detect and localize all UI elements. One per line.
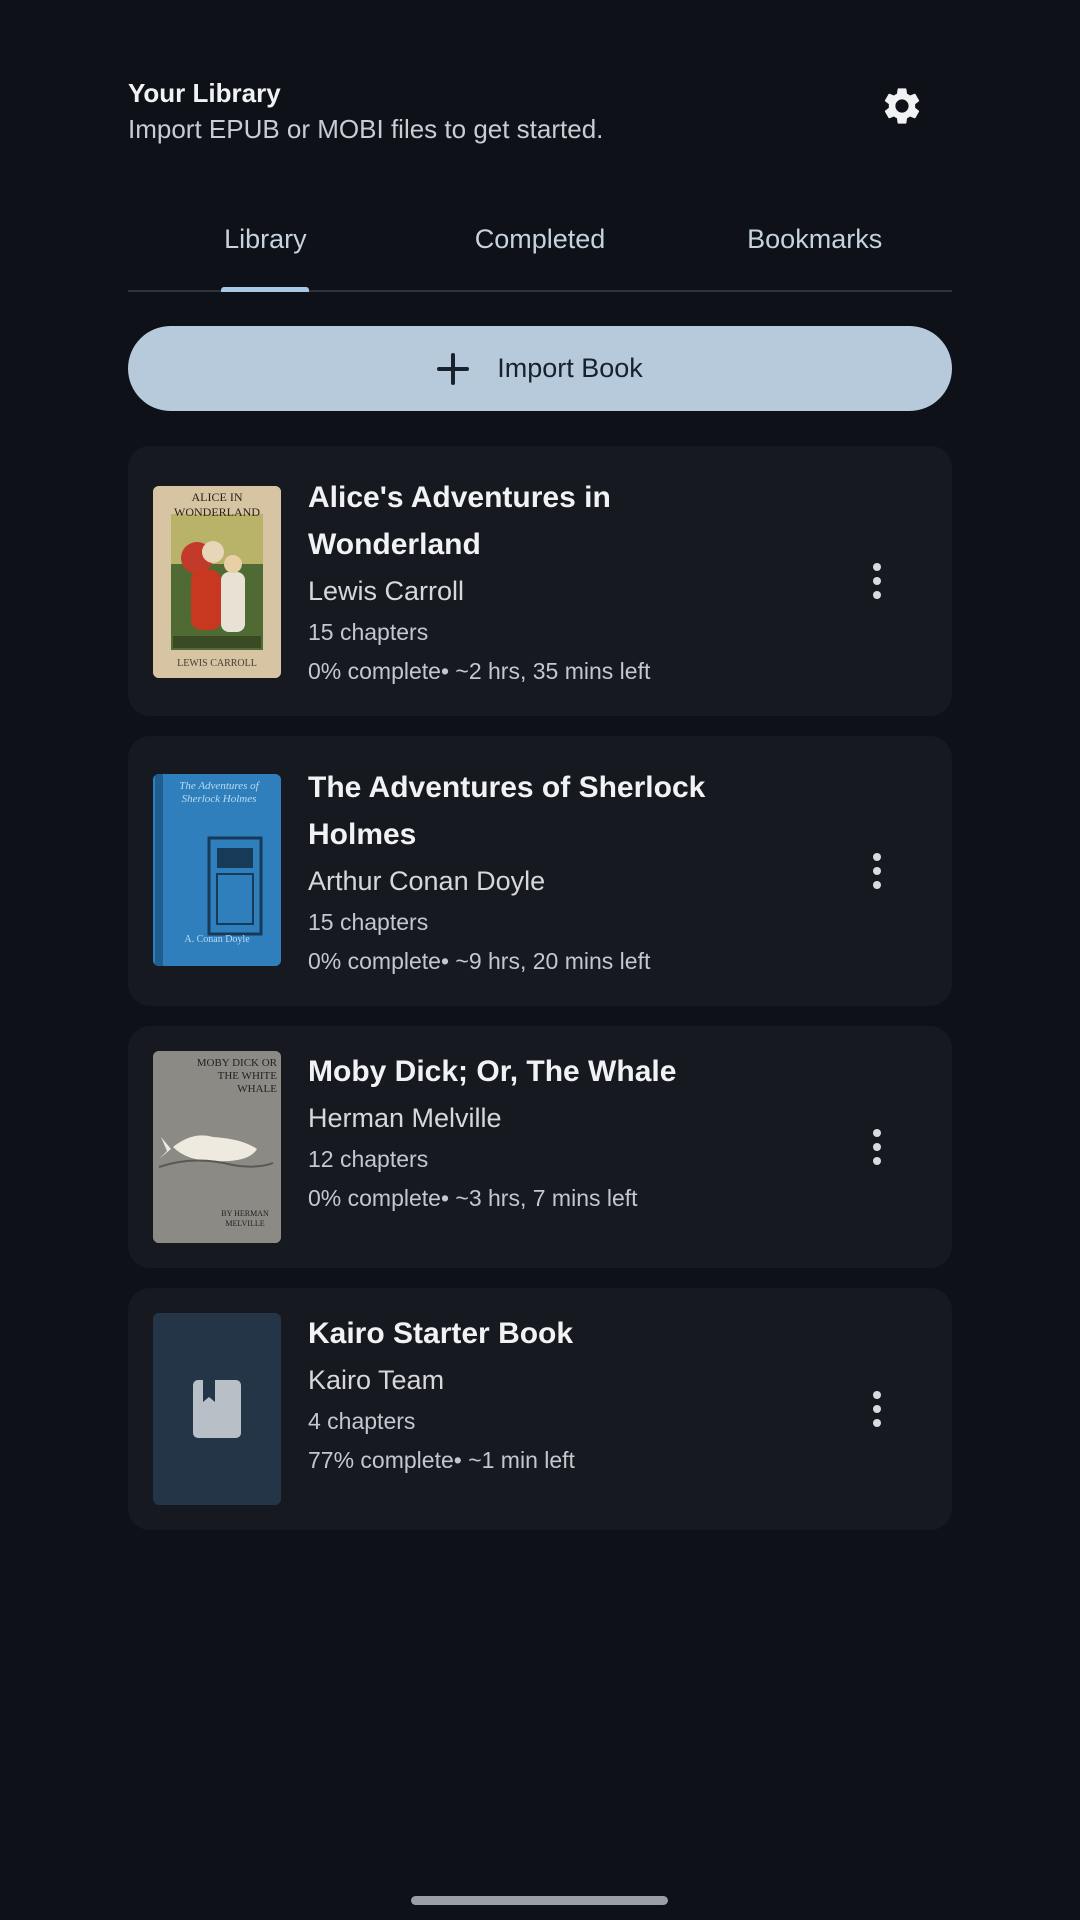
book-chapter-count: 15 chapters	[308, 619, 429, 645]
page-subtitle: Import EPUB or MOBI files to get started…	[128, 114, 604, 144]
book-cover: MOBY DICK OR THE WHITE WHALE BY HERMAN M…	[153, 1051, 281, 1243]
cover-title: ALICE IN WONDERLAND	[174, 490, 260, 519]
book-progress: 0% complete• ~2 hrs, 35 mins left	[308, 658, 651, 684]
more-options-button[interactable]	[862, 1117, 892, 1177]
gear-icon	[884, 88, 920, 124]
more-options-button[interactable]	[862, 841, 892, 901]
book-info: Kairo Starter Book Kairo Team 4 chapters…	[308, 1310, 788, 1478]
home-indicator[interactable]	[411, 1896, 668, 1905]
cover-title: The Adventures of Sherlock Holmes	[179, 780, 259, 805]
book-progress: 77% complete• ~1 min left	[308, 1447, 575, 1473]
book-author: Herman Melville	[308, 1103, 502, 1133]
cover-author: BY HERMAN MELVILLE	[221, 1209, 269, 1228]
book-chapter-count: 15 chapters	[308, 909, 429, 935]
book-chapter-count: 4 chapters	[308, 1408, 416, 1434]
book-author: Lewis Carroll	[308, 576, 465, 606]
book-card[interactable]: The Adventures of Sherlock Holmes A. Con…	[128, 736, 952, 1006]
bookmark-icon	[193, 1380, 241, 1438]
tab-label: Completed	[474, 224, 606, 254]
page-title: Your Library	[128, 78, 281, 108]
more-vertical-icon	[873, 1129, 881, 1137]
book-title: Alice's Adventures in Wonderland	[308, 481, 611, 561]
tab-bar: Library Completed Bookmarks	[128, 210, 952, 292]
tab-completed[interactable]: Completed	[403, 210, 678, 290]
cover-author: A. Conan Doyle	[184, 934, 250, 945]
book-list: ALICE IN WONDERLAND LEWIS CARROLL Alice'…	[128, 446, 952, 1550]
book-info: The Adventures of Sherlock Holmes Arthur…	[308, 764, 788, 979]
book-cover: ALICE IN WONDERLAND LEWIS CARROLL	[153, 486, 281, 678]
book-cover: The Adventures of Sherlock Holmes A. Con…	[153, 774, 281, 966]
book-card[interactable]: MOBY DICK OR THE WHITE WHALE BY HERMAN M…	[128, 1026, 952, 1268]
more-options-button[interactable]	[862, 1379, 892, 1439]
import-book-button[interactable]: Import Book	[128, 326, 952, 411]
book-title: Kairo Starter Book	[308, 1317, 574, 1350]
book-title: Moby Dick; Or, The Whale	[308, 1055, 677, 1088]
more-options-button[interactable]	[862, 551, 892, 611]
book-card[interactable]: Kairo Starter Book Kairo Team 4 chapters…	[128, 1288, 952, 1530]
book-info: Moby Dick; Or, The Whale Herman Melville…	[308, 1048, 788, 1216]
book-progress: 0% complete• ~3 hrs, 7 mins left	[308, 1185, 638, 1211]
book-author: Arthur Conan Doyle	[308, 866, 546, 896]
import-book-label: Import Book	[497, 353, 643, 383]
book-title: The Adventures of Sherlock Holmes	[308, 771, 706, 851]
book-progress: 0% complete• ~9 hrs, 20 mins left	[308, 948, 651, 974]
book-cover	[153, 1313, 281, 1505]
book-info: Alice's Adventures in Wonderland Lewis C…	[308, 474, 788, 689]
more-vertical-icon	[873, 1391, 881, 1399]
book-card[interactable]: ALICE IN WONDERLAND LEWIS CARROLL Alice'…	[128, 446, 952, 716]
header: Your Library Import EPUB or MOBI files t…	[128, 74, 952, 164]
cover-title: MOBY DICK OR THE WHITE WHALE	[196, 1057, 277, 1095]
more-vertical-icon	[873, 853, 881, 861]
tab-library[interactable]: Library	[128, 210, 403, 292]
library-screen: Your Library Import EPUB or MOBI files t…	[0, 0, 1080, 1920]
plus-icon	[437, 352, 470, 385]
tab-label: Library	[224, 224, 307, 254]
tab-label: Bookmarks	[747, 224, 883, 254]
book-author: Kairo Team	[308, 1365, 445, 1395]
book-chapter-count: 12 chapters	[308, 1146, 429, 1172]
active-tab-indicator	[221, 287, 310, 292]
settings-button[interactable]	[870, 74, 934, 138]
cover-author: LEWIS CARROLL	[177, 658, 257, 669]
more-vertical-icon	[873, 563, 881, 571]
tab-bookmarks[interactable]: Bookmarks	[677, 210, 952, 290]
